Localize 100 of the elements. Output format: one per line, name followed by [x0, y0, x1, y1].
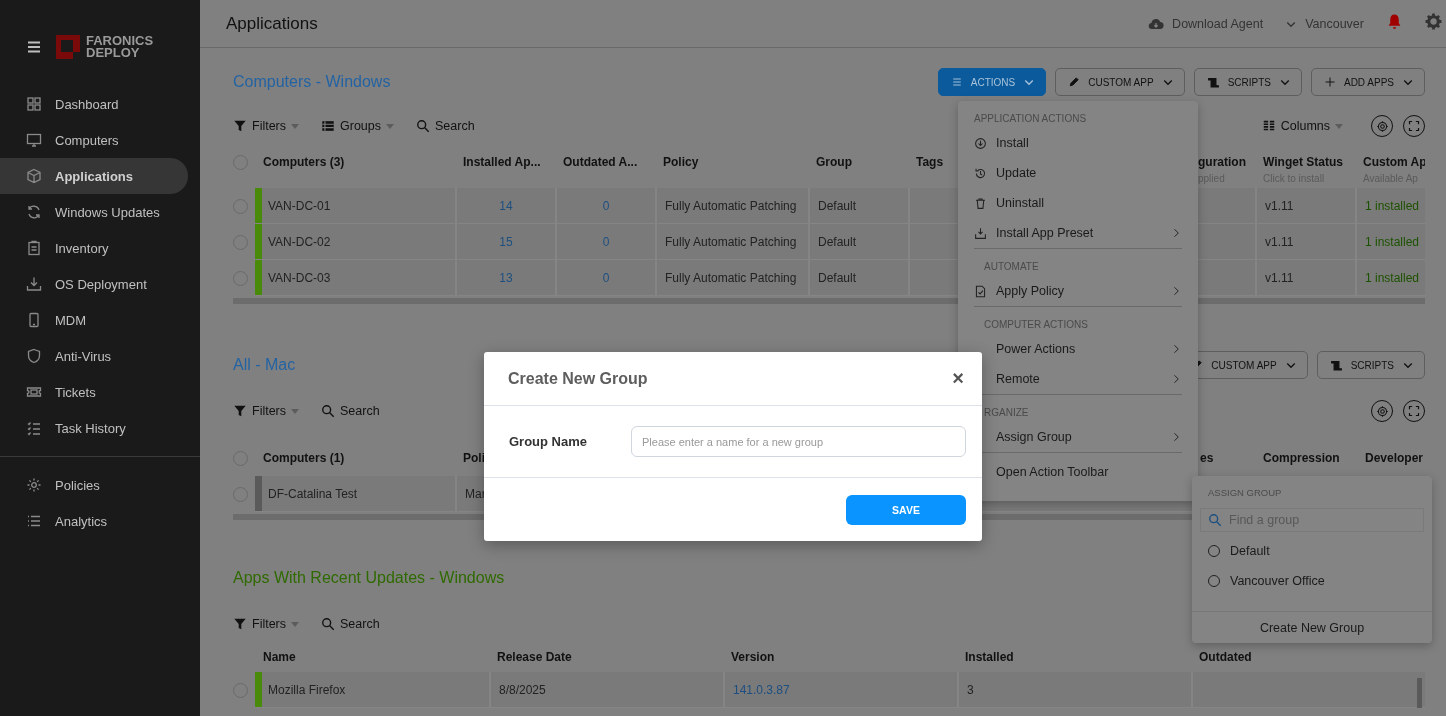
cube-icon: [26, 168, 42, 184]
scripts-button[interactable]: SCRIPTS: [1193, 68, 1302, 96]
column-header[interactable]: Policy: [655, 144, 808, 169]
table-cell: v1.11: [1255, 188, 1355, 224]
filter-icon: [233, 404, 247, 418]
group-option[interactable]: Default: [1192, 536, 1432, 566]
location-dropdown[interactable]: Vancouver: [1285, 16, 1364, 31]
section-title: Computers - Windows: [233, 73, 391, 91]
scripts-button[interactable]: SCRIPTS: [1316, 351, 1425, 379]
sidebar-item[interactable]: Task History: [0, 410, 188, 446]
column-header[interactable]: Computers (1): [255, 451, 455, 465]
sidebar-item[interactable]: Computers: [0, 122, 188, 158]
menu-item[interactable]: Apply Policy: [974, 276, 1182, 306]
table-cell: Fully Automatic Patching: [655, 224, 808, 260]
logo-text: FARONICS DEPLOY: [86, 35, 154, 59]
column-header[interactable]: Release Date: [489, 650, 723, 664]
gear-icon: [26, 477, 42, 493]
checklist-icon: [26, 420, 42, 436]
sidebar-item[interactable]: MDM: [0, 302, 188, 338]
sidebar-item[interactable]: Dashboard: [0, 86, 188, 122]
table-cell: 13: [455, 260, 555, 296]
create-new-group-button[interactable]: Create New Group: [1192, 611, 1432, 643]
save-button[interactable]: SAVE: [846, 494, 966, 525]
table-cell: Default: [808, 260, 908, 296]
table-cell: VAN-DC-03: [255, 260, 455, 296]
phone-icon: [26, 312, 42, 328]
group-name-field[interactable]: Please enter a name for a new group: [631, 426, 966, 457]
table-cell: Default: [808, 224, 908, 260]
menu-item[interactable]: Update: [974, 158, 1182, 188]
table-cell: 1 installed: [1355, 188, 1425, 224]
document-check-icon: [974, 284, 987, 298]
scroll-icon: [1206, 75, 1220, 89]
column-header[interactable]: Outdated A...: [555, 144, 655, 169]
add-apps-button[interactable]: ADD APPS: [1310, 68, 1425, 96]
close-button[interactable]: ×: [952, 367, 964, 390]
table-cell: 8/8/2025: [489, 672, 723, 708]
table-cell: 3: [957, 672, 1191, 708]
actions-button[interactable]: ACTIONS: [937, 68, 1047, 96]
sidebar-item[interactable]: Policies: [0, 467, 188, 503]
column-header[interactable]: Computers (3): [255, 144, 455, 169]
column-header[interactable]: Group: [808, 144, 908, 169]
caret-icon: [386, 123, 395, 129]
column-header[interactable]: Version: [723, 650, 957, 664]
caret-icon: [291, 123, 300, 129]
list-icon: [26, 513, 42, 529]
table-cell: 14: [455, 188, 555, 224]
table-cell: Mozilla Firefox: [255, 672, 489, 708]
filter-button[interactable]: Filters: [233, 119, 300, 133]
search-icon: [416, 119, 431, 133]
download-agent-link[interactable]: Download Agent: [1148, 15, 1264, 32]
caret-icon: [291, 621, 300, 627]
monitor-icon: [26, 132, 42, 148]
sidebar-item[interactable]: Inventory: [0, 230, 188, 266]
scrollbar[interactable]: [1417, 678, 1422, 708]
sidebar-item[interactable]: Applications: [0, 158, 188, 194]
menu-item[interactable]: Install App Preset: [974, 218, 1182, 248]
menu-icon: [26, 39, 42, 55]
table-cell: 1 installed: [1355, 224, 1425, 260]
column-header[interactable]: Installed Ap...: [455, 144, 555, 169]
menu-section-header: COMPUTER ACTIONS: [983, 318, 1089, 332]
sidebar-item[interactable]: Analytics: [0, 503, 188, 539]
caret-icon: [291, 408, 300, 414]
download-circle-icon: [974, 136, 987, 150]
table-icon: [321, 119, 336, 133]
menu-icon: [950, 76, 963, 88]
logo-icon: [56, 35, 80, 59]
sidebar-item[interactable]: OS Deployment: [0, 266, 188, 302]
table-cell: v1.11: [1255, 260, 1355, 296]
search-button[interactable]: Search: [321, 617, 380, 631]
search-icon: [321, 617, 336, 631]
column-header[interactable]: Compression: [1255, 451, 1357, 465]
scroll-icon: [1329, 358, 1343, 372]
custom-app-button[interactable]: CUSTOM APP: [1055, 68, 1185, 96]
fullscreen-icon: [1408, 405, 1420, 417]
table-cell: VAN-DC-01: [255, 188, 455, 224]
column-header[interactable]: Developer: [1357, 451, 1425, 465]
table-cell: 0: [555, 260, 655, 296]
columns-icon: [1261, 119, 1276, 133]
groups-button[interactable]: Groups: [321, 119, 395, 133]
caret-icon: [1335, 123, 1343, 129]
filter-button[interactable]: Filters: [233, 617, 300, 631]
table-cell: 1 installed: [1355, 260, 1425, 296]
search-button[interactable]: Search: [321, 404, 380, 418]
menu-item[interactable]: Uninstall: [974, 188, 1182, 218]
table-cell: v1.11: [1255, 224, 1355, 260]
filter-button[interactable]: Filters: [233, 404, 300, 418]
column-header[interactable]: Name: [255, 650, 489, 664]
sidebar-item[interactable]: Tickets: [0, 374, 188, 410]
sidebar-item[interactable]: Windows Updates: [0, 194, 188, 230]
table-cell: 0: [555, 224, 655, 260]
group-option[interactable]: Vancouver Office: [1192, 566, 1432, 596]
sidebar-item[interactable]: Anti-Virus: [0, 338, 188, 374]
menu-item[interactable]: Assign Group: [974, 422, 1182, 452]
column-header[interactable]: Outdated: [1191, 650, 1425, 664]
ticket-icon: [26, 384, 42, 400]
search-button[interactable]: Search: [416, 119, 475, 133]
menu-item[interactable]: Install: [974, 128, 1182, 158]
columns-button[interactable]: Columns: [1261, 119, 1343, 133]
column-header[interactable]: Installed: [957, 650, 1191, 664]
table-cell: 0: [555, 188, 655, 224]
